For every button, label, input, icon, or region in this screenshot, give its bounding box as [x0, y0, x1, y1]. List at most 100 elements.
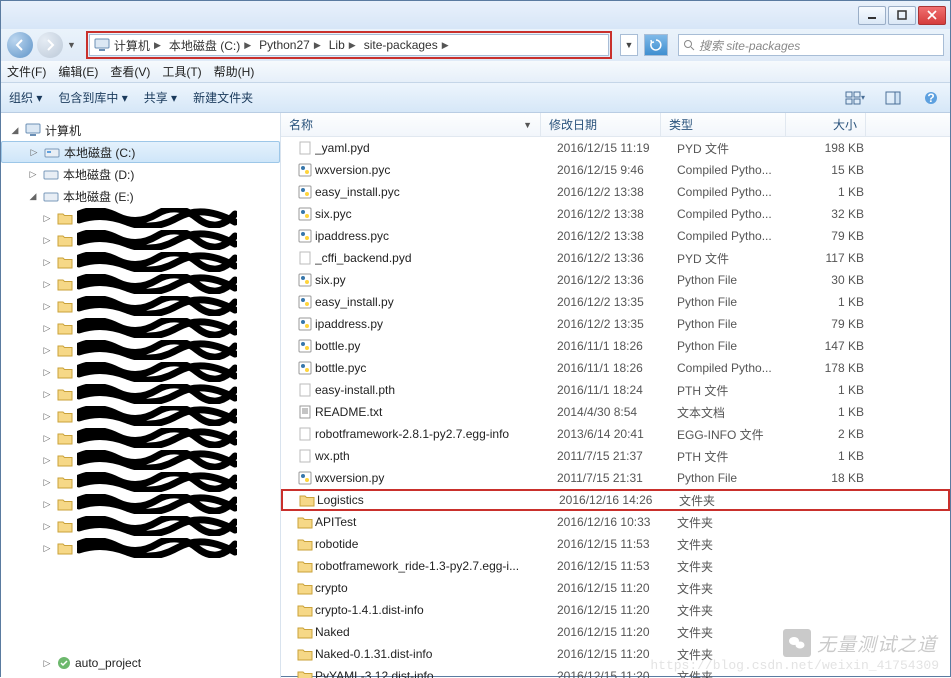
file-row[interactable]: ipaddress.py2016/12/2 13:35Python File79…: [281, 313, 950, 335]
col-type[interactable]: 类型: [661, 113, 786, 136]
file-date: 2016/11/1 18:26: [557, 361, 677, 375]
file-size: 1 KB: [802, 295, 872, 309]
close-button[interactable]: [918, 6, 946, 25]
recent-dropdown[interactable]: ▼: [620, 34, 638, 56]
file-date: 2016/12/2 13:35: [557, 295, 677, 309]
col-date[interactable]: 修改日期: [541, 113, 661, 136]
file-row[interactable]: Naked2016/12/15 11:20文件夹: [281, 621, 950, 643]
tree-folder-redacted[interactable]: ▷: [1, 471, 280, 493]
menu-file[interactable]: 文件(F): [7, 63, 46, 80]
tree-folder-redacted[interactable]: ▷: [1, 295, 280, 317]
redaction-scribble: [77, 230, 237, 250]
breadcrumb-item-3[interactable]: Lib▶: [325, 38, 360, 52]
file-date: 2016/12/2 13:36: [557, 273, 677, 287]
toolbar-newfolder[interactable]: 新建文件夹: [193, 89, 253, 106]
breadcrumb[interactable]: 计算机▶ 本地磁盘 (C:)▶ Python27▶ Lib▶ site-pack…: [89, 34, 609, 56]
folder-icon: [57, 387, 73, 401]
breadcrumb-item-2[interactable]: Python27▶: [255, 38, 325, 52]
explorer-window: ▼ 计算机▶ 本地磁盘 (C:)▶ Python27▶ Lib▶ site-pa…: [0, 0, 951, 677]
file-row[interactable]: wxversion.py2011/7/15 21:31Python File18…: [281, 467, 950, 489]
breadcrumb-item-0[interactable]: 计算机▶: [110, 37, 165, 54]
file-type: Python File: [677, 339, 802, 353]
file-row[interactable]: ipaddress.pyc2016/12/2 13:38Compiled Pyt…: [281, 225, 950, 247]
file-row[interactable]: robotframework-2.8.1-py2.7.egg-info2013/…: [281, 423, 950, 445]
toolbar-share[interactable]: 共享 ▾: [144, 89, 177, 106]
menu-help[interactable]: 帮助(H): [214, 63, 255, 80]
help-icon[interactable]: ?: [920, 88, 942, 108]
file-row[interactable]: six.pyc2016/12/2 13:38Compiled Pytho...3…: [281, 203, 950, 225]
computer-icon: [25, 123, 41, 137]
search-input[interactable]: 搜索 site-packages: [678, 34, 944, 56]
pyc-icon: [297, 361, 315, 375]
file-row[interactable]: _yaml.pyd2016/12/15 11:19PYD 文件198 KB: [281, 137, 950, 159]
menu-edit[interactable]: 编辑(E): [58, 63, 98, 80]
tree-folder-redacted[interactable]: ▷: [1, 317, 280, 339]
history-dropdown-icon[interactable]: ▼: [67, 40, 76, 50]
breadcrumb-item-4[interactable]: site-packages▶: [360, 38, 453, 52]
tree-footer-item[interactable]: ▷ auto_project: [1, 652, 280, 674]
forward-button[interactable]: [37, 32, 63, 58]
tree-folder-redacted[interactable]: ▷: [1, 427, 280, 449]
col-name[interactable]: 名称▼: [281, 113, 541, 136]
file-name: easy_install.py: [315, 295, 557, 309]
toolbar-organize[interactable]: 组织 ▾: [9, 89, 42, 106]
tree-folder-redacted[interactable]: ▷: [1, 515, 280, 537]
file-row[interactable]: crypto-1.4.1.dist-info2016/12/15 11:20文件…: [281, 599, 950, 621]
tree-drive-d[interactable]: ▷ 本地磁盘 (D:): [1, 163, 280, 185]
file-row[interactable]: easy_install.py2016/12/2 13:35Python Fil…: [281, 291, 950, 313]
toolbar-include[interactable]: 包含到库中 ▾: [58, 89, 127, 106]
file-row[interactable]: bottle.py2016/11/1 18:26Python File147 K…: [281, 335, 950, 357]
folder-icon: [297, 537, 315, 551]
menu-view[interactable]: 查看(V): [110, 63, 150, 80]
content-area: ◢ 计算机 ▷ 本地磁盘 (C:) ▷ 本地磁盘 (D:) ◢ 本地磁盘 (E:…: [1, 113, 950, 678]
tree-folder-redacted[interactable]: ▷: [1, 493, 280, 515]
refresh-button[interactable]: [644, 34, 668, 56]
file-row[interactable]: robotframework_ride-1.3-py2.7.egg-i...20…: [281, 555, 950, 577]
menu-tools[interactable]: 工具(T): [162, 63, 201, 80]
breadcrumb-item-1[interactable]: 本地磁盘 (C:)▶: [165, 37, 255, 54]
file-row[interactable]: easy_install.pyc2016/12/2 13:38Compiled …: [281, 181, 950, 203]
minimize-button[interactable]: [858, 6, 886, 25]
file-type: Compiled Pytho...: [677, 207, 802, 221]
tree-folder-redacted[interactable]: ▷: [1, 207, 280, 229]
tree-folder-redacted[interactable]: ▷: [1, 405, 280, 427]
pyc-icon: [297, 229, 315, 243]
tree-folder-redacted[interactable]: ▷: [1, 251, 280, 273]
file-type: Compiled Pytho...: [677, 229, 802, 243]
file-date: 2016/12/15 9:46: [557, 163, 677, 177]
tree-folder-redacted[interactable]: ▷: [1, 537, 280, 559]
file-row[interactable]: wx.pth2011/7/15 21:37PTH 文件1 KB: [281, 445, 950, 467]
file-row[interactable]: wxversion.pyc2016/12/15 9:46Compiled Pyt…: [281, 159, 950, 181]
file-row[interactable]: README.txt2014/4/30 8:54文本文档1 KB: [281, 401, 950, 423]
file-row[interactable]: bottle.pyc2016/11/1 18:26Compiled Pytho.…: [281, 357, 950, 379]
file-name: Logistics: [317, 493, 559, 507]
redaction-scribble: [77, 450, 237, 470]
tree-computer[interactable]: ◢ 计算机: [1, 119, 280, 141]
preview-pane-icon[interactable]: [882, 88, 904, 108]
tree-folder-redacted[interactable]: ▷: [1, 383, 280, 405]
tree-folder-redacted[interactable]: ▷: [1, 273, 280, 295]
file-size: 2 KB: [802, 427, 872, 441]
file-name: wxversion.py: [315, 471, 557, 485]
col-size[interactable]: 大小: [786, 113, 866, 136]
back-button[interactable]: [7, 32, 33, 58]
file-list[interactable]: 名称▼ 修改日期 类型 大小 _yaml.pyd2016/12/15 11:19…: [281, 113, 950, 678]
view-options-icon[interactable]: ▾: [844, 88, 866, 108]
tree-folder-redacted[interactable]: ▷: [1, 229, 280, 251]
maximize-button[interactable]: [888, 6, 916, 25]
file-row[interactable]: Logistics2016/12/16 14:26文件夹: [281, 489, 950, 511]
tree-folder-redacted[interactable]: ▷: [1, 339, 280, 361]
file-row[interactable]: robotide2016/12/15 11:53文件夹: [281, 533, 950, 555]
file-row[interactable]: crypto2016/12/15 11:20文件夹: [281, 577, 950, 599]
nav-tree[interactable]: ◢ 计算机 ▷ 本地磁盘 (C:) ▷ 本地磁盘 (D:) ◢ 本地磁盘 (E:…: [1, 113, 281, 678]
file-row[interactable]: APITest2016/12/16 10:33文件夹: [281, 511, 950, 533]
file-row[interactable]: six.py2016/12/2 13:36Python File30 KB: [281, 269, 950, 291]
tree-drive-e[interactable]: ◢ 本地磁盘 (E:): [1, 185, 280, 207]
tree-folder-redacted[interactable]: ▷: [1, 361, 280, 383]
tree-folder-redacted[interactable]: ▷: [1, 449, 280, 471]
redaction-scribble: [77, 406, 237, 426]
tree-drive-c[interactable]: ▷ 本地磁盘 (C:): [1, 141, 280, 163]
folder-icon: [297, 559, 315, 573]
file-row[interactable]: _cffi_backend.pyd2016/12/2 13:36PYD 文件11…: [281, 247, 950, 269]
file-row[interactable]: easy-install.pth2016/11/1 18:24PTH 文件1 K…: [281, 379, 950, 401]
